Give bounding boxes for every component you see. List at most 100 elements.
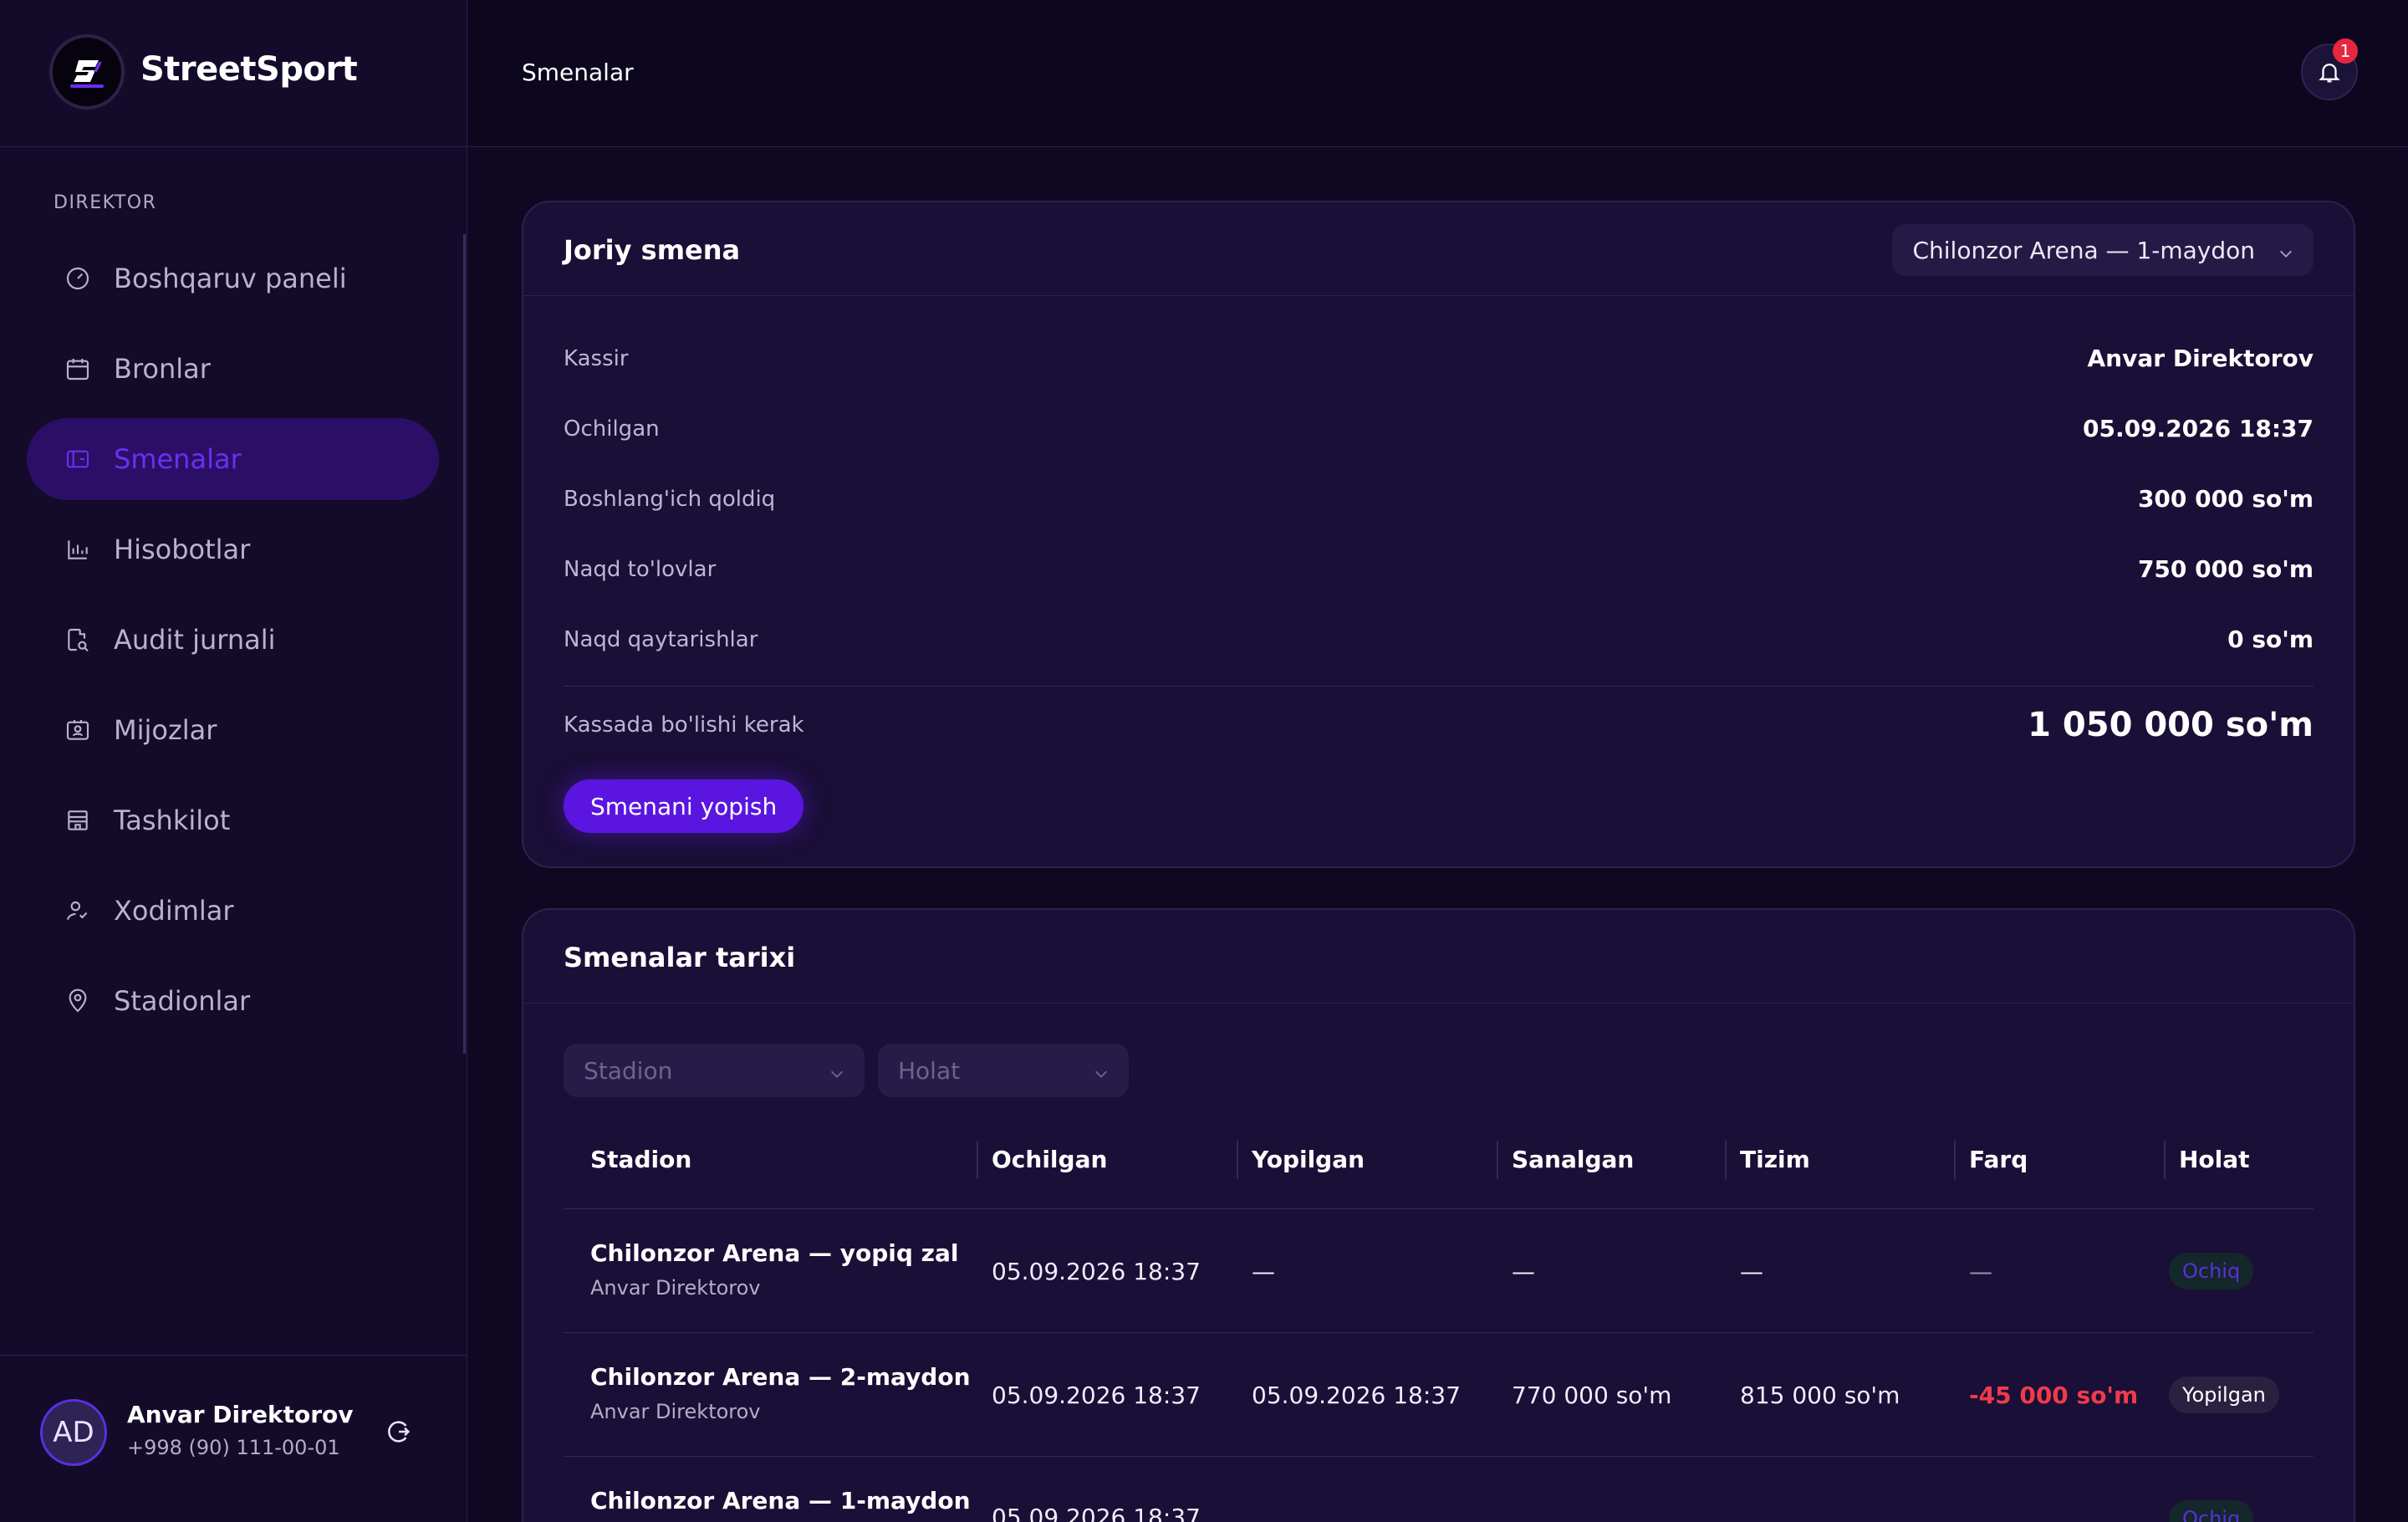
- sidebar-section-label: DIREKTOR: [54, 192, 157, 213]
- shift-row-label: Boshlang'ich qoldiq: [564, 486, 776, 512]
- status-filter-select[interactable]: Holat: [878, 1044, 1129, 1097]
- shift-row-value: 750 000 so'm: [2137, 555, 2314, 583]
- sidebar-item-label: Mijozlar: [114, 714, 217, 746]
- current-shift-header: Joriy smena Chilonzor Arena — 1-maydon: [523, 202, 2354, 296]
- staff-icon: [64, 896, 92, 925]
- shift-divider: [564, 686, 2314, 687]
- column-divider: [1237, 1141, 1238, 1179]
- store-icon: [64, 806, 92, 835]
- sidebar-scrollbar[interactable]: [463, 234, 466, 1054]
- close-shift-button[interactable]: Smenani yopish: [564, 779, 804, 833]
- brand-logo[interactable]: [49, 34, 125, 110]
- shift-row-value: Anvar Direktorov: [2087, 345, 2314, 372]
- shift-row-value: 300 000 so'm: [2137, 485, 2314, 513]
- sidebar-item-smenalar[interactable]: Smenalar: [27, 418, 439, 500]
- audit-log-icon: [64, 626, 92, 654]
- shift-history-table: Stadion Ochilgan Yopilgan Sanalgan Tizim…: [564, 1117, 2314, 1522]
- shift-total-value: 1 050 000 so'm: [2028, 706, 2314, 744]
- top-header: Smenalar 1: [468, 0, 2408, 147]
- row-stadium: Chilonzor Arena — 2-maydon: [590, 1363, 971, 1391]
- stadium-select-value: Chilonzor Arena — 1-maydon: [1912, 236, 2255, 264]
- row-system: —: [1740, 1258, 1763, 1285]
- shift-total-label: Kassada bo'lishi kerak: [564, 712, 804, 738]
- sidebar-nav: Boshqaruv paneli Bronlar Smenalar Hisobo…: [27, 237, 439, 1050]
- row-cashier: Anvar Direktorov: [590, 1400, 761, 1423]
- sidebar-item-label: Audit jurnali: [114, 624, 276, 656]
- column-header-diff[interactable]: Farq: [1969, 1146, 2028, 1173]
- shift-row-cashier: Kassir Anvar Direktorov: [564, 345, 2314, 372]
- user-name: Anvar Direktorov: [127, 1401, 354, 1428]
- sidebar-item-stadionlar[interactable]: Stadionlar: [27, 960, 439, 1042]
- bar-chart-icon: [64, 535, 92, 564]
- row-cashier: Anvar Direktorov: [590, 1276, 761, 1300]
- status-filter-placeholder: Holat: [898, 1056, 961, 1085]
- row-closed: 05.09.2026 18:37: [1252, 1382, 1461, 1409]
- sidebar-item-bronlar[interactable]: Bronlar: [27, 328, 439, 410]
- table-row[interactable]: Chilonzor Arena — 2-maydon Anvar Direkto…: [564, 1333, 2314, 1457]
- column-divider: [1954, 1141, 1956, 1179]
- sidebar-item-tashkilot[interactable]: Tashkilot: [27, 779, 439, 861]
- row-counted: 770 000 so'm: [1512, 1382, 1672, 1409]
- shift-history-header: Smenalar tarixi: [523, 910, 2354, 1004]
- sidebar-item-hisobotlar[interactable]: Hisobotlar: [27, 508, 439, 590]
- brand: StreetSport: [0, 0, 467, 147]
- table-row[interactable]: Chilonzor Arena — yopiq zal Anvar Direkt…: [564, 1209, 2314, 1333]
- chevron-down-icon: [1092, 1061, 1110, 1080]
- sidebar-item-label: Xodimlar: [114, 895, 234, 927]
- contact-card-icon: [64, 716, 92, 744]
- column-divider: [1497, 1141, 1498, 1179]
- sidebar-item-audit-jurnali[interactable]: Audit jurnali: [27, 599, 439, 681]
- logout-icon[interactable]: [385, 1417, 413, 1446]
- row-counted: —: [1512, 1258, 1535, 1285]
- row-diff: —: [1969, 1258, 1992, 1285]
- table-row[interactable]: Chilonzor Arena — 1-maydon 05.09.2026 18…: [564, 1457, 2314, 1522]
- sidebar-item-mijozlar[interactable]: Mijozlar: [27, 689, 439, 771]
- app-root: StreetSport DIREKTOR Boshqaruv paneli Br…: [0, 0, 2408, 1522]
- sidebar-item-label: Stadionlar: [114, 985, 251, 1017]
- row-diff: -45 000 so'm: [1969, 1382, 2139, 1409]
- current-shift-card: Joriy smena Chilonzor Arena — 1-maydon K…: [522, 201, 2355, 868]
- shift-row-cash-payments: Naqd to'lovlar 750 000 so'm: [564, 555, 2314, 583]
- row-closed: —: [1252, 1258, 1275, 1285]
- shift-row-value: 05.09.2026 18:37: [2082, 415, 2314, 442]
- column-divider: [977, 1141, 978, 1179]
- shift-row-opening-balance: Boshlang'ich qoldiq 300 000 so'm: [564, 485, 2314, 513]
- brand-name: StreetSport: [140, 50, 358, 89]
- row-stadium: Chilonzor Arena — yopiq zal: [590, 1239, 959, 1267]
- status-badge: Yopilgan: [2169, 1376, 2279, 1413]
- sidebar-item-label: Bronlar: [114, 353, 211, 385]
- shift-history-title: Smenalar tarixi: [564, 942, 796, 973]
- row-opened: 05.09.2026 18:37: [992, 1258, 1201, 1285]
- gauge-icon: [64, 264, 92, 293]
- stadium-filter-select[interactable]: Stadion: [564, 1044, 865, 1097]
- column-header-status[interactable]: Holat: [2179, 1146, 2250, 1173]
- stadium-select[interactable]: Chilonzor Arena — 1-maydon: [1892, 224, 2314, 276]
- shift-row-label: Naqd qaytarishlar: [564, 626, 758, 652]
- column-header-stadium[interactable]: Stadion: [590, 1146, 691, 1173]
- column-header-counted[interactable]: Sanalgan: [1512, 1146, 1634, 1173]
- avatar[interactable]: AD: [40, 1399, 107, 1466]
- sidebar-item-label: Boshqaruv paneli: [114, 263, 347, 294]
- sidebar-item-label: Hisobotlar: [114, 534, 251, 565]
- shift-row-total: Kassada bo'lishi kerak 1 050 000 so'm: [564, 706, 2314, 744]
- shift-row-label: Kassir: [564, 345, 629, 371]
- shift-row-opened: Ochilgan 05.09.2026 18:37: [564, 415, 2314, 442]
- row-opened: 05.09.2026 18:37: [992, 1504, 1201, 1522]
- sidebar-item-xodimlar[interactable]: Xodimlar: [27, 870, 439, 952]
- column-header-opened[interactable]: Ochilgan: [992, 1146, 1107, 1173]
- column-divider: [1725, 1141, 1727, 1179]
- column-header-closed[interactable]: Yopilgan: [1252, 1146, 1365, 1173]
- column-divider: [2164, 1141, 2166, 1179]
- user-block: AD Anvar Direktorov +998 (90) 111-00-01: [0, 1355, 467, 1522]
- table-header: Stadion Ochilgan Yopilgan Sanalgan Tizim…: [564, 1117, 2314, 1209]
- row-opened: 05.09.2026 18:37: [992, 1382, 1201, 1409]
- status-badge: Ochiq: [2169, 1253, 2254, 1290]
- shift-row-label: Ochilgan: [564, 416, 660, 442]
- stadium-filter-placeholder: Stadion: [584, 1056, 673, 1085]
- calendar-icon: [64, 355, 92, 383]
- streetsport-logo-icon: [70, 60, 104, 88]
- sidebar-item-boshqaruv-paneli[interactable]: Boshqaruv paneli: [27, 237, 439, 319]
- column-header-system[interactable]: Tizim: [1740, 1146, 1810, 1173]
- sidebar-item-label: Tashkilot: [114, 804, 231, 836]
- current-shift-title: Joriy smena: [564, 234, 741, 266]
